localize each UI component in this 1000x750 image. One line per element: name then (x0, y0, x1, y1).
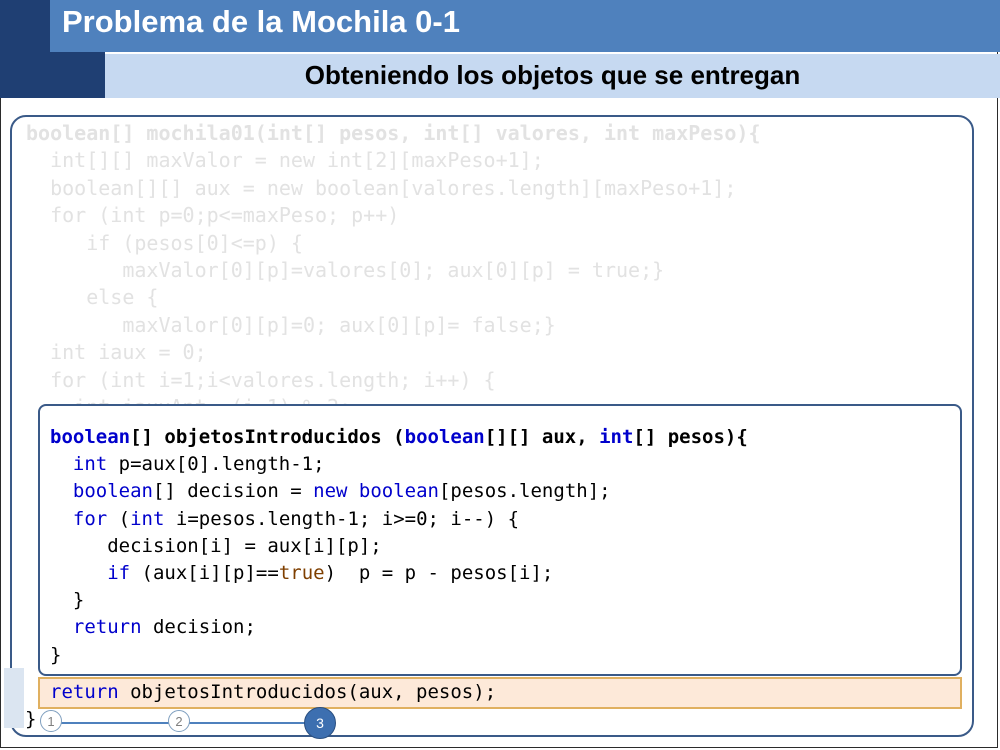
code-keyword: boolean (404, 426, 485, 448)
background-code: boolean[] mochila01(int[] pesos, int[] v… (26, 120, 761, 421)
code-text: ) p = p - pesos[i]; (324, 562, 554, 585)
bg-code-line: int iaux = 0; (26, 340, 207, 365)
code-keyword: new (313, 480, 348, 503)
code-text: [] pesos){ (633, 426, 748, 448)
function-code: boolean[] objetosIntroducidos (boolean[]… (50, 424, 748, 669)
code-text: decision[i] = aux[i][p]; (107, 534, 382, 557)
closing-brace: } (25, 708, 37, 730)
return-statement: return objetosIntroducidos(aux, pesos); (50, 681, 496, 703)
code-keyword: return (50, 681, 119, 703)
step-3-button[interactable]: 3 (304, 707, 336, 739)
code-keyword: int (130, 507, 165, 530)
code-keyword: for (72, 507, 108, 530)
slide-title: Problema de la Mochila 0-1 (62, 4, 460, 39)
code-text: i=pesos.length-1; i>=0; i--) { (164, 507, 520, 530)
code-text: } (50, 643, 62, 666)
code-text: [] objetosIntroducidos ( (130, 426, 405, 448)
bg-code-line: for (int i=1;i<valores.length; i++) { (26, 367, 496, 392)
bg-code-line: maxValor[0][p]=0; aux[0][p]= false;} (26, 312, 556, 337)
bg-code-line: else { (26, 285, 159, 310)
bg-code-line: for (int p=0;p<=maxPeso; p++) (26, 203, 400, 228)
code-text: } (72, 589, 85, 612)
bg-code-line: if (pesos[0]<=p) { (26, 230, 303, 255)
code-text: p=aux[0].length-1; (107, 453, 325, 476)
bg-code-line: int[][] maxValor = new int[2][maxPeso+1]… (26, 148, 544, 173)
code-text: decision; (141, 616, 256, 639)
code-keyword: if (107, 562, 131, 585)
step-2-button[interactable]: 2 (168, 710, 190, 732)
bg-code-line: maxValor[0][p]=valores[0]; aux[0][p] = t… (26, 258, 665, 283)
code-text: [] decision = (152, 480, 314, 503)
bg-code-line: boolean[] mochila01(int[] pesos, int[] v… (26, 121, 761, 145)
code-keyword: boolean (358, 480, 439, 503)
bg-code-line: boolean[][] aux = new boolean[valores.le… (26, 175, 737, 200)
step-1-button[interactable]: 1 (40, 710, 62, 732)
code-text: [][] aux, (484, 426, 600, 448)
code-text: [pesos.length]; (438, 480, 611, 503)
code-text: objetosIntroducidos(aux, pesos); (118, 681, 497, 703)
corner-decoration (4, 668, 24, 728)
step-navigator: 1 2 3 (40, 707, 340, 739)
code-text: (aux[i][p]== (130, 562, 279, 585)
code-keyword: int (72, 453, 108, 476)
code-literal: true (278, 562, 325, 585)
code-keyword: boolean (72, 480, 153, 503)
slide-subtitle: Obteniendo los objetos que se entregan (304, 60, 801, 90)
code-keyword: int (599, 426, 634, 448)
code-keyword: return (72, 616, 142, 639)
code-text: ( (107, 507, 131, 530)
code-keyword: boolean (50, 426, 131, 448)
